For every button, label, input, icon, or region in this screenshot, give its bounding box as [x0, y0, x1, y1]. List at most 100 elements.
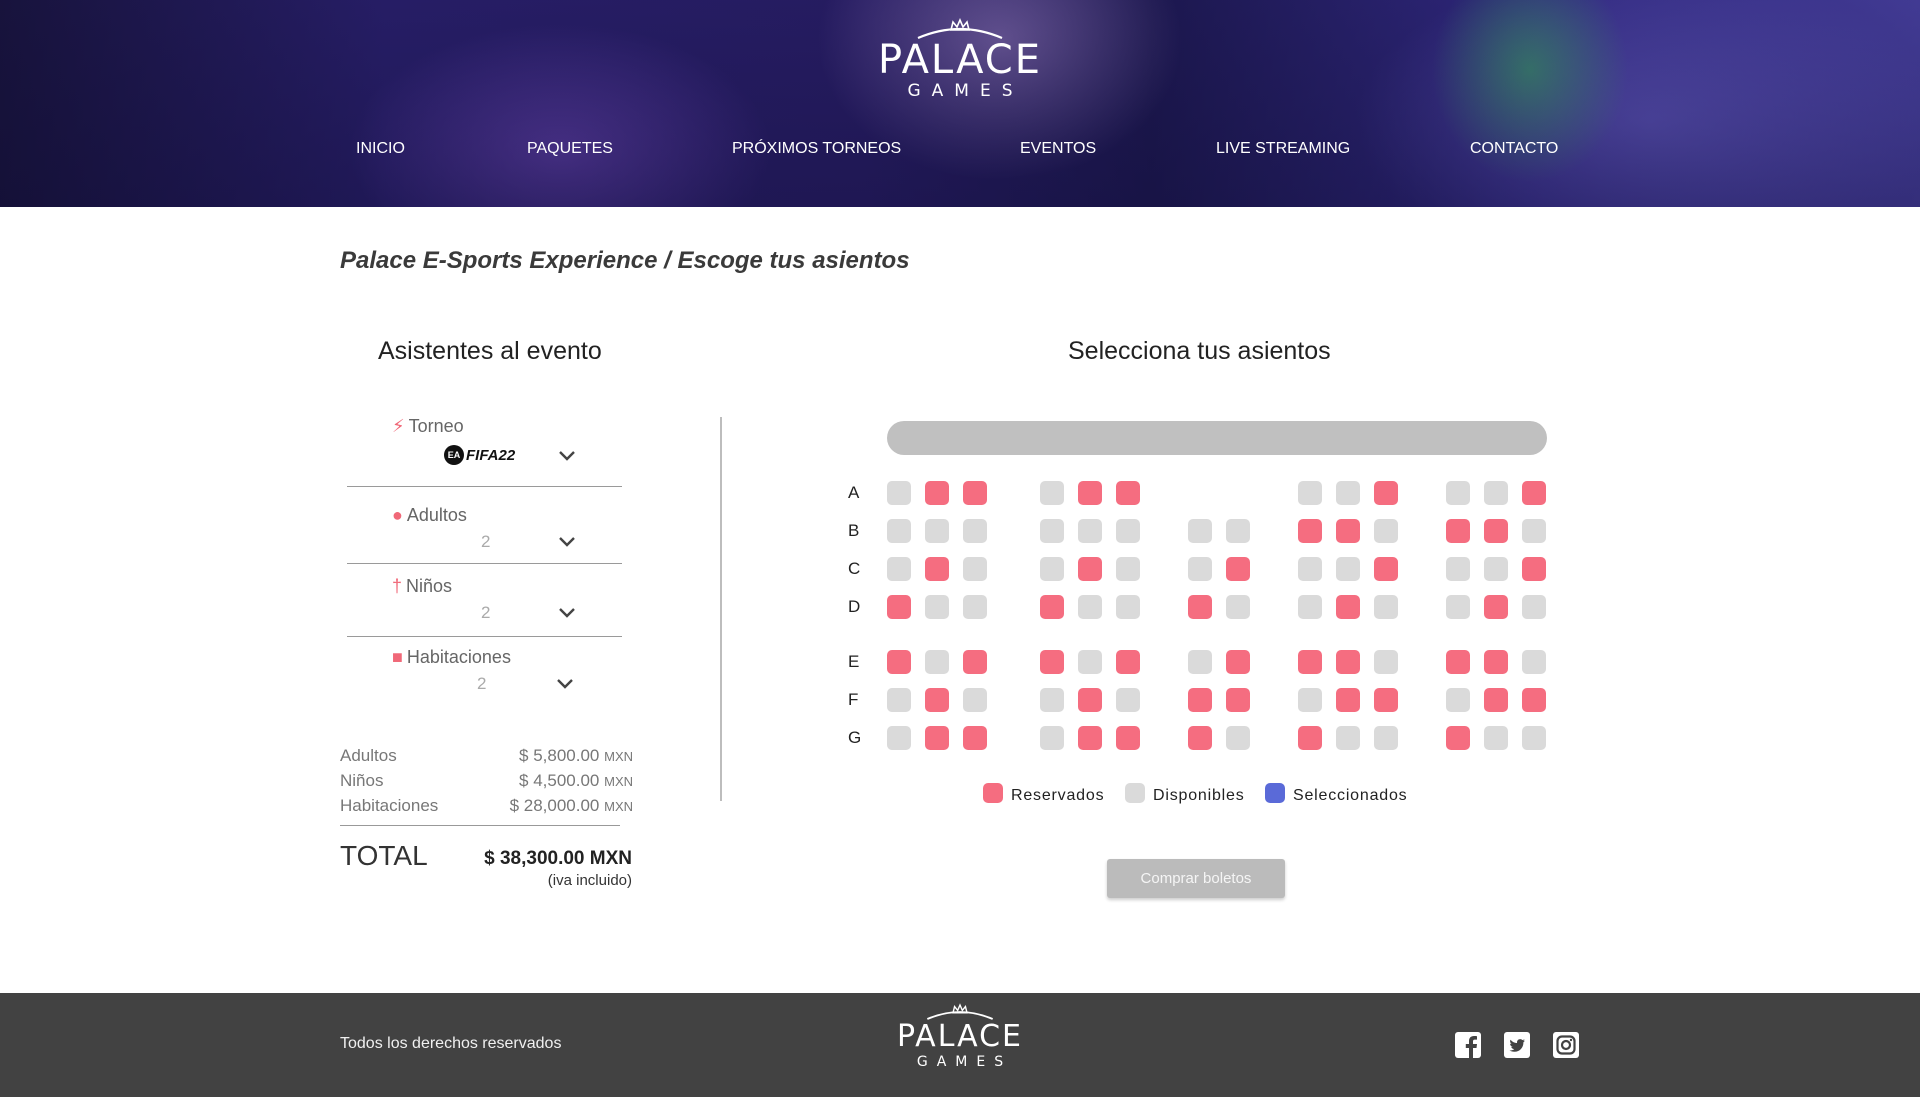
seat-b-3-1[interactable] [1188, 519, 1212, 543]
seat-c-4-2[interactable] [1336, 557, 1360, 581]
seat-d-1-3[interactable] [963, 595, 987, 619]
seat-d-2-1 [1040, 595, 1064, 619]
seat-c-3-1[interactable] [1188, 557, 1212, 581]
row-label-e: E [848, 652, 860, 671]
seat-a-5-1[interactable] [1446, 481, 1470, 505]
habitaciones-select[interactable]: ■ Habitaciones 2 [347, 647, 622, 697]
seat-b-4-3[interactable] [1374, 519, 1398, 543]
seat-g-2-3 [1116, 726, 1140, 750]
seat-d-5-1[interactable] [1446, 595, 1470, 619]
seat-d-5-3[interactable] [1522, 595, 1546, 619]
seat-f-1-1[interactable] [887, 688, 911, 712]
nav-paquetes[interactable]: PAQUETES [527, 140, 613, 158]
ea-icon: EA [444, 445, 464, 465]
seat-f-5-1[interactable] [1446, 688, 1470, 712]
seat-b-2-1[interactable] [1040, 519, 1064, 543]
logo-text-palace: PALACE [897, 1019, 1023, 1054]
seat-e-5-3[interactable] [1522, 650, 1546, 674]
ninos-value: 2 [481, 603, 491, 622]
seat-c-2-1[interactable] [1040, 557, 1064, 581]
instagram-icon[interactable] [1552, 1031, 1580, 1059]
divider [347, 636, 622, 637]
column-divider [720, 417, 722, 801]
torneo-label: Torneo [408, 416, 464, 436]
buy-tickets-button[interactable]: Comprar boletos [1107, 859, 1285, 898]
seat-b-2-2[interactable] [1078, 519, 1102, 543]
nav-proximos-torneos[interactable]: PRÓXIMOS TORNEOS [732, 140, 901, 158]
seat-b-5-2 [1484, 519, 1508, 543]
legend-selected: Seleccionados [1265, 783, 1407, 805]
ninos-select[interactable]: † Niños 2 [347, 576, 622, 638]
seat-g-5-2[interactable] [1484, 726, 1508, 750]
seat-c-4-1[interactable] [1298, 557, 1322, 581]
seat-d-1-1 [887, 595, 911, 619]
nav-contacto[interactable]: CONTACTO [1470, 140, 1558, 158]
habitaciones-label: Habitaciones [406, 647, 511, 667]
seat-c-1-3[interactable] [963, 557, 987, 581]
nav-eventos[interactable]: EVENTOS [1020, 140, 1096, 158]
seat-e-5-2 [1484, 650, 1508, 674]
header-logo[interactable]: PALACE GAMES [878, 18, 1042, 102]
seat-g-1-1[interactable] [887, 726, 911, 750]
seat-a-4-1[interactable] [1298, 481, 1322, 505]
seat-a-1-2 [925, 481, 949, 505]
seat-e-4-3[interactable] [1374, 650, 1398, 674]
row-label-f: F [848, 690, 859, 709]
adultos-select[interactable]: ● Adultos 2 [347, 505, 622, 565]
seat-c-5-1[interactable] [1446, 557, 1470, 581]
nav-live-streaming[interactable]: LIVE STREAMING [1216, 140, 1350, 158]
price-row-habitaciones: Habitaciones $ 28,000.00 MXN [340, 796, 633, 815]
seat-c-5-3 [1522, 557, 1546, 581]
seat-d-2-2[interactable] [1078, 595, 1102, 619]
seat-b-4-2 [1336, 519, 1360, 543]
seat-f-4-3 [1374, 688, 1398, 712]
page-title: Palace E-Sports Experience / Escoge tus … [340, 247, 910, 274]
seat-a-4-2[interactable] [1336, 481, 1360, 505]
seat-c-2-3[interactable] [1116, 557, 1140, 581]
seat-d-1-2[interactable] [925, 595, 949, 619]
row-label-g: G [848, 728, 862, 747]
torneo-select[interactable]: ⚡︎ Torneo EA FIFA22 [347, 416, 622, 488]
seat-b-1-1[interactable] [887, 519, 911, 543]
seat-f-2-3[interactable] [1116, 688, 1140, 712]
seat-b-5-1 [1446, 519, 1470, 543]
seat-g-5-3[interactable] [1522, 726, 1546, 750]
seats-heading: Selecciona tus asientos [1068, 337, 1331, 365]
legend-available: Disponibles [1125, 783, 1245, 805]
chevron-down-icon [559, 537, 575, 547]
seat-g-3-2[interactable] [1226, 726, 1250, 750]
seat-c-5-2[interactable] [1484, 557, 1508, 581]
seat-g-2-1[interactable] [1040, 726, 1064, 750]
seat-b-1-3[interactable] [963, 519, 987, 543]
seat-c-1-2 [925, 557, 949, 581]
seat-d-4-3[interactable] [1374, 595, 1398, 619]
seat-b-3-2[interactable] [1226, 519, 1250, 543]
seat-f-4-1[interactable] [1298, 688, 1322, 712]
twitter-icon[interactable] [1503, 1031, 1531, 1059]
seat-e-2-2[interactable] [1078, 650, 1102, 674]
seat-d-4-1[interactable] [1298, 595, 1322, 619]
facebook-icon[interactable] [1454, 1031, 1482, 1059]
seat-b-2-3[interactable] [1116, 519, 1140, 543]
total-label: TOTAL [340, 840, 428, 871]
seat-b-5-3[interactable] [1522, 519, 1546, 543]
seat-g-4-3[interactable] [1374, 726, 1398, 750]
seat-a-1-1[interactable] [887, 481, 911, 505]
seat-a-5-2[interactable] [1484, 481, 1508, 505]
seat-b-1-2[interactable] [925, 519, 949, 543]
seat-d-2-3[interactable] [1116, 595, 1140, 619]
seat-f-3-1 [1188, 688, 1212, 712]
seat-g-4-2[interactable] [1336, 726, 1360, 750]
logo-text-palace: PALACE [878, 37, 1042, 83]
seat-d-3-2[interactable] [1226, 595, 1250, 619]
seat-f-1-3[interactable] [963, 688, 987, 712]
seat-c-4-3 [1374, 557, 1398, 581]
seat-c-1-1[interactable] [887, 557, 911, 581]
seat-f-4-2 [1336, 688, 1360, 712]
seat-e-1-2[interactable] [925, 650, 949, 674]
seat-e-3-1[interactable] [1188, 650, 1212, 674]
seat-a-2-1[interactable] [1040, 481, 1064, 505]
nav-inicio[interactable]: INICIO [356, 140, 405, 158]
footer-logo[interactable]: PALACE GAMES [897, 1003, 1023, 1071]
seat-f-2-1[interactable] [1040, 688, 1064, 712]
